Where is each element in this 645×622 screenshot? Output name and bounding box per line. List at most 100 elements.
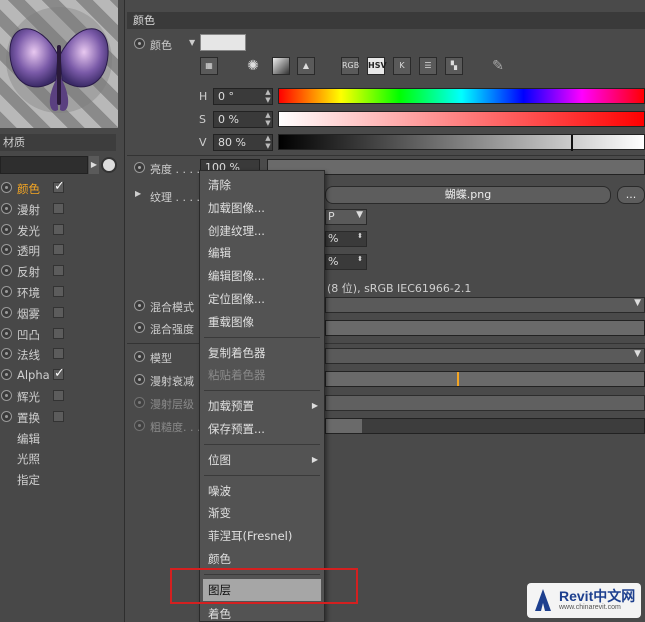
color-wheel-icon[interactable]: ✺ (244, 57, 262, 75)
spinner-icon[interactable]: ▲ ▼ (264, 88, 272, 105)
color-radio[interactable] (134, 38, 145, 49)
hue-slider[interactable] (278, 88, 645, 104)
menu-item[interactable]: 复制着色器 (200, 342, 324, 364)
channel-alpha[interactable]: Alpha (0, 365, 125, 386)
mix-strength-radio[interactable] (134, 322, 145, 333)
nav-illumination[interactable]: 光照 (0, 448, 125, 469)
channel-checkbox[interactable] (53, 327, 64, 339)
brightness-radio[interactable] (134, 162, 145, 173)
channel-checkbox[interactable] (53, 244, 64, 256)
image-icon[interactable]: ▲ (297, 57, 315, 75)
cursor-icon[interactable] (101, 157, 117, 173)
texture-blur-scale-field[interactable]: % ⬍ (325, 254, 367, 270)
mixer-icon[interactable]: ☰ (419, 57, 437, 75)
menu-item[interactable]: 渐变 (200, 502, 324, 524)
channel-radio[interactable] (1, 285, 12, 297)
channel-checkbox[interactable] (53, 348, 64, 360)
diffuse-falloff-slider[interactable] (325, 371, 645, 387)
mix-mode-radio[interactable] (134, 300, 145, 311)
swatches-icon[interactable]: ▚ (445, 57, 463, 75)
channel-luminance[interactable]: 发光 (0, 220, 125, 241)
menu-item[interactable]: 着色 (200, 603, 324, 622)
channel-checkbox[interactable] (53, 389, 64, 401)
channel-glow[interactable]: 辉光 (0, 386, 125, 407)
channel-radio[interactable] (1, 202, 12, 214)
menu-item[interactable]: 加载图像... (200, 197, 324, 219)
channel-radio[interactable] (1, 306, 12, 318)
model-radio[interactable] (134, 351, 145, 362)
menu-item-label: 菲涅耳(Fresnel) (208, 529, 293, 544)
kelvin-mode-button[interactable]: K (393, 57, 411, 75)
channel-reflectance[interactable]: 反射 (0, 261, 125, 282)
expand-arrow-icon[interactable]: ▶ (135, 189, 141, 198)
mix-strength-slider[interactable] (325, 320, 645, 336)
slider-handle[interactable] (457, 372, 459, 386)
channel-checkbox[interactable] (53, 306, 64, 318)
spinner-icon[interactable]: ▲ ▼ (264, 111, 272, 128)
channel-radio[interactable] (1, 244, 12, 256)
material-filter-input[interactable] (0, 156, 88, 174)
value-slider[interactable] (278, 134, 645, 151)
channel-color[interactable]: 颜色 (0, 178, 125, 199)
material-preview[interactable] (0, 0, 118, 128)
channel-radio[interactable] (1, 369, 12, 381)
channel-checkbox[interactable] (53, 265, 64, 277)
channel-diffuse[interactable]: 漫射 (0, 199, 125, 220)
menu-item[interactable]: 保存预置... (200, 418, 324, 440)
menu-item[interactable]: 创建纹理... (200, 220, 324, 242)
value-slider-handle[interactable] (571, 135, 573, 151)
channel-radio[interactable] (1, 389, 12, 401)
diffuse-falloff-radio[interactable] (134, 374, 145, 385)
channel-displacement[interactable]: 置换 (0, 407, 125, 428)
texture-blur-offset-field[interactable]: % ⬍ (325, 231, 367, 247)
spectrum-icon[interactable] (272, 57, 290, 75)
channel-environment[interactable]: 环境 (0, 282, 125, 303)
channel-radio[interactable] (1, 265, 12, 277)
channel-normal[interactable]: 法线 (0, 344, 125, 365)
hsv-mode-button[interactable]: HSV (367, 57, 387, 75)
saturation-slider[interactable] (278, 111, 645, 127)
menu-item[interactable]: 编辑图像... (200, 265, 324, 287)
channel-radio[interactable] (1, 223, 12, 235)
section-title: 颜色 (127, 12, 645, 29)
roughness-label: 粗糙度. . . (150, 421, 201, 434)
menu-item[interactable]: 加载预置 ▶ (200, 395, 324, 417)
menu-item[interactable]: 噪波 (200, 480, 324, 502)
channel-fog[interactable]: 烟雾 (0, 303, 125, 324)
channel-checkbox[interactable] (53, 285, 64, 297)
mix-mode-dropdown[interactable]: ▼ (325, 297, 645, 313)
color-swatch[interactable] (200, 34, 246, 51)
arrow-right-icon[interactable]: ▶ (89, 156, 99, 174)
chevron-down-icon[interactable]: ▼ (189, 38, 195, 47)
channel-checkbox[interactable] (53, 410, 64, 422)
diffuse-level-label: 漫射层级 (150, 398, 194, 411)
menu-item[interactable]: 重载图像 (200, 311, 324, 333)
texture-sampling-dropdown[interactable]: P ▼ (325, 209, 367, 225)
nav-edit[interactable]: 编辑 (0, 428, 125, 449)
menu-item[interactable]: 位图 ▶ (200, 449, 324, 471)
eyedropper-icon[interactable]: ✎ (489, 57, 507, 75)
channel-checkbox[interactable] (53, 202, 64, 214)
texture-file-button[interactable]: 蝴蝶.png (325, 186, 611, 204)
channel-radio[interactable] (1, 410, 12, 422)
rgb-mode-button[interactable]: RGB (341, 57, 359, 75)
model-dropdown[interactable]: ▼ (325, 348, 645, 364)
menu-item[interactable]: 编辑 (200, 242, 324, 264)
picker-icon[interactable]: ▦ (200, 57, 218, 75)
menu-item[interactable]: 定位图像... (200, 288, 324, 310)
channel-checkbox[interactable] (53, 366, 65, 381)
channel-checkbox[interactable] (53, 179, 65, 194)
channel-radio[interactable] (1, 348, 12, 360)
channel-bump[interactable]: 凹凸 (0, 324, 125, 345)
channel-checkbox[interactable] (53, 223, 64, 235)
menu-item[interactable]: 菲涅耳(Fresnel) (200, 525, 324, 547)
texture-more-button[interactable]: ... (617, 186, 645, 204)
spinner-icon[interactable]: ▲ ▼ (264, 134, 272, 151)
channel-radio[interactable] (1, 327, 12, 339)
menu-item[interactable]: 颜色 (200, 548, 324, 570)
nav-assign[interactable]: 指定 (0, 469, 125, 490)
menu-item[interactable]: 清除 (200, 174, 324, 196)
menu-item-label: 位图 (208, 452, 231, 467)
channel-radio[interactable] (1, 182, 12, 193)
channel-transparency[interactable]: 透明 (0, 240, 125, 261)
